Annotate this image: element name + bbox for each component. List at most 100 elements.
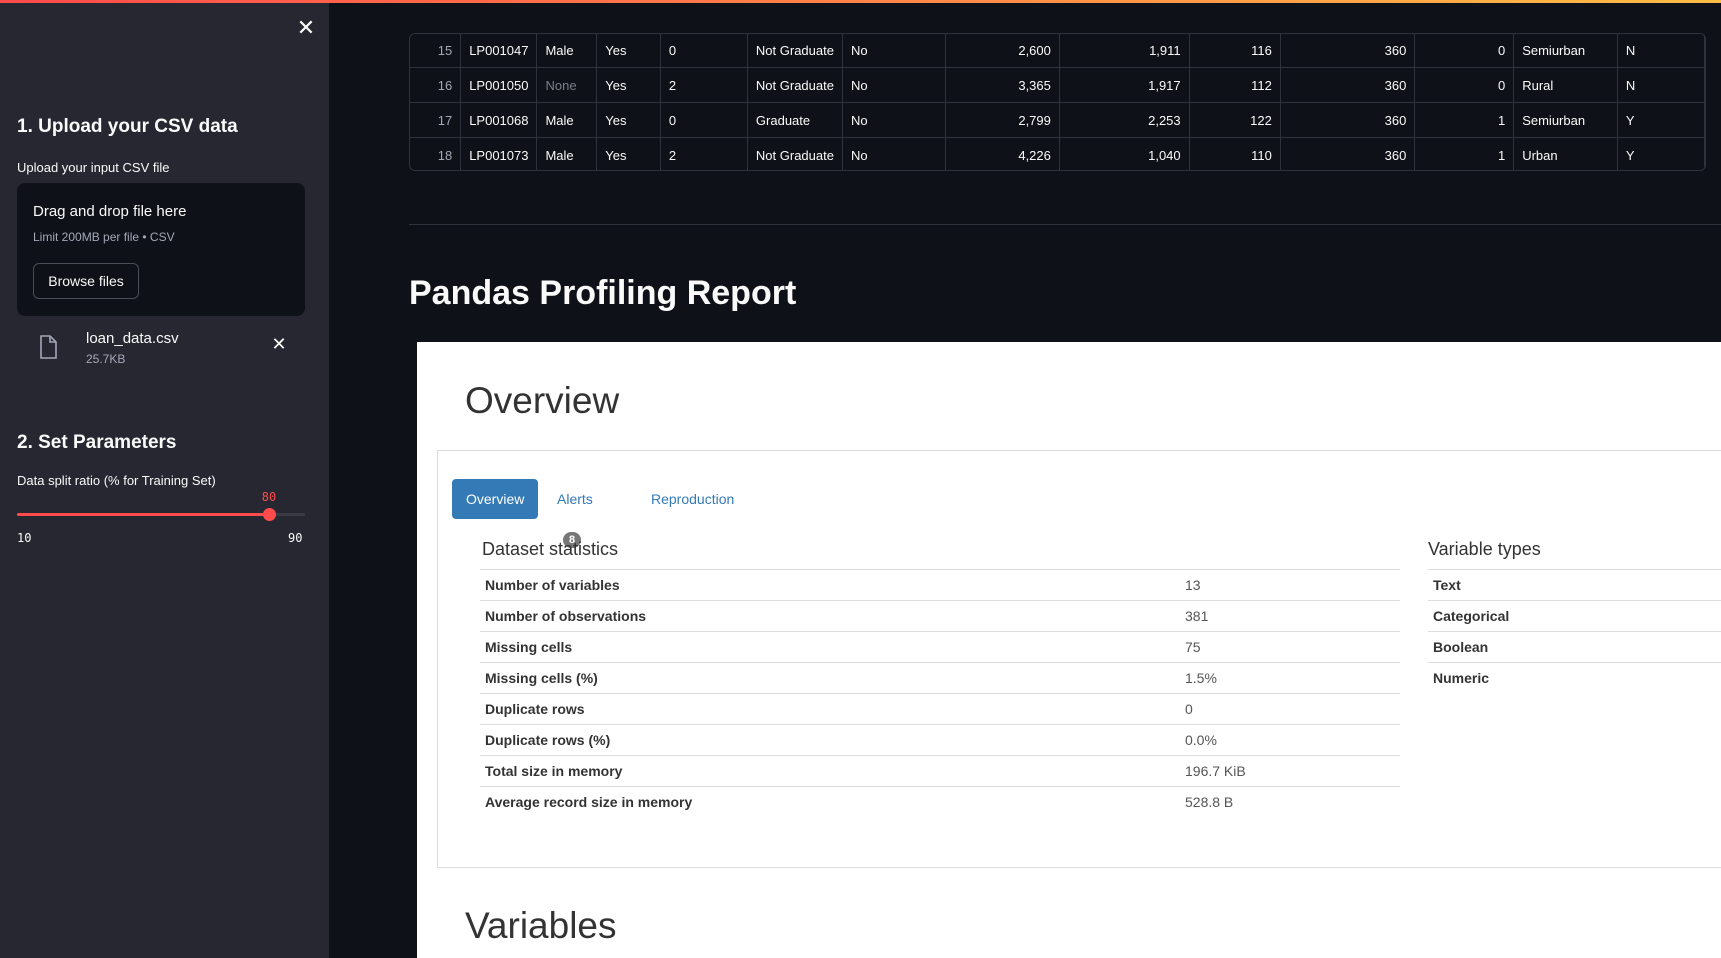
close-sidebar-icon[interactable]: ✕ — [294, 16, 318, 40]
table-cell: 18 — [410, 137, 462, 170]
table-cell: 3,365 — [945, 67, 1060, 103]
main-content: 15 LP001047 Male Yes 0 Not Graduate No 2,600 1,9… — [329, 0, 1721, 958]
variable-type-row: Boolean — [1428, 631, 1721, 663]
tab-alerts[interactable]: Alerts8 — [557, 479, 593, 549]
variable-type-label: Boolean — [1428, 631, 1721, 663]
table-cell: 2 — [660, 67, 748, 103]
stat-label: Duplicate rows (%) — [480, 724, 1180, 756]
table-cell: 2,253 — [1059, 102, 1190, 138]
tab-overview-label: Overview — [466, 491, 525, 507]
stat-value: 0.0% — [1180, 724, 1400, 756]
table-cell: 1,911 — [1059, 34, 1190, 68]
table-cell: 110 — [1189, 137, 1281, 170]
slider-max: 90 — [288, 531, 303, 545]
table-cell: None — [536, 67, 598, 103]
table-cell: 360 — [1280, 137, 1416, 170]
table-cell: 0 — [660, 34, 748, 68]
table-cell: 2,600 — [945, 34, 1060, 68]
stat-label: Total size in memory — [480, 755, 1180, 787]
dataset-statistics-table: Number of variables 13 Number of observati… — [480, 569, 1400, 817]
stat-label: Missing cells — [480, 631, 1180, 663]
table-cell: Graduate — [747, 102, 843, 138]
table-cell: 4,226 — [945, 137, 1060, 170]
table-cell: Semiurban — [1513, 34, 1618, 68]
table-cell: 1 — [1414, 102, 1515, 138]
table-cell: No — [842, 102, 946, 138]
variables-heading: Variables — [465, 905, 617, 946]
variable-type-row: Numeric — [1428, 662, 1721, 693]
top-decoration-bar — [0, 0, 1721, 3]
table-cell: N — [1617, 34, 1705, 68]
tab-overview[interactable]: Overview — [452, 479, 539, 519]
slider-handle[interactable] — [263, 508, 276, 521]
table-cell: Not Graduate — [747, 137, 843, 170]
variable-type-label: Categorical — [1428, 600, 1721, 632]
stat-row: Duplicate rows 0 — [480, 693, 1400, 725]
table-cell: 0 — [1414, 34, 1515, 68]
table-row: 17 LP001068 Male Yes 0 Graduate No 2,799 2,253 12… — [410, 102, 1705, 138]
split-ratio-slider[interactable] — [17, 508, 305, 522]
stat-row: Number of observations 381 — [480, 600, 1400, 632]
slider-value: 80 — [261, 490, 277, 504]
table-cell: LP001050 — [460, 67, 538, 103]
uploaded-file: loan_data.csv 25.7KB ✕ — [17, 326, 305, 370]
table-cell: 360 — [1280, 102, 1416, 138]
table-cell: 15 — [410, 34, 462, 68]
profiling-report-frame: Overview Overview Alerts8 Reproduction D… — [417, 342, 1721, 958]
file-name: loan_data.csv — [86, 330, 179, 347]
divider — [409, 224, 1721, 225]
table-row: 16 LP001050 None Yes 2 Not Graduate No 3,365 1,9… — [410, 67, 1705, 103]
table-cell: Not Graduate — [747, 67, 843, 103]
table-cell: No — [842, 67, 946, 103]
table-cell: No — [842, 34, 946, 68]
table-cell: Male — [536, 137, 598, 170]
browse-files-button[interactable]: Browse files — [33, 263, 139, 299]
slider-min: 10 — [17, 531, 32, 545]
table-cell: 1,040 — [1059, 137, 1190, 170]
tab-reproduction-label: Reproduction — [651, 491, 735, 507]
table-cell: 17 — [410, 102, 462, 138]
section-upload-title: 1. Upload your CSV data — [17, 116, 238, 137]
dropzone-title: Drag and drop file here — [33, 203, 187, 220]
table-cell: LP001047 — [460, 34, 538, 68]
table-cell: Yes — [596, 34, 661, 68]
stat-value: 13 — [1180, 569, 1400, 601]
table-cell: 0 — [660, 102, 748, 138]
table-cell: 0 — [1414, 67, 1515, 103]
remove-file-icon[interactable]: ✕ — [269, 334, 289, 354]
dropzone-limit: Limit 200MB per file • CSV — [33, 230, 175, 244]
file-icon — [40, 335, 57, 359]
stat-row: Average record size in memory 528.8 B — [480, 786, 1400, 817]
table-cell: 116 — [1189, 34, 1281, 68]
table-row: 18 LP001073 Male Yes 2 Not Graduate No 4,226 1,0… — [410, 137, 1705, 170]
slider-fill — [17, 513, 269, 516]
stat-value: 75 — [1180, 631, 1400, 663]
table-cell: 2,799 — [945, 102, 1060, 138]
stat-label: Average record size in memory — [480, 786, 1180, 817]
table-cell: 1 — [1414, 137, 1515, 170]
stat-value: 196.7 KiB — [1180, 755, 1400, 787]
tab-reproduction[interactable]: Reproduction — [651, 479, 734, 519]
stat-label: Number of variables — [480, 569, 1180, 601]
upload-label: Upload your input CSV file — [17, 160, 170, 175]
stat-label: Number of observations — [480, 600, 1180, 632]
table-cell: 122 — [1189, 102, 1281, 138]
variable-types-table: Text Categorical Boolean Numeric — [1428, 569, 1721, 693]
data-table[interactable]: 15 LP001047 Male Yes 0 Not Graduate No 2,600 1,9… — [409, 33, 1706, 171]
slider-label: Data split ratio (% for Training Set) — [17, 473, 216, 488]
table-cell: Yes — [596, 67, 661, 103]
table-cell: LP001073 — [460, 137, 538, 170]
table-cell: Male — [536, 34, 598, 68]
stat-row: Duplicate rows (%) 0.0% — [480, 724, 1400, 756]
stat-value: 0 — [1180, 693, 1400, 725]
variable-type-label: Text — [1428, 569, 1721, 601]
table-cell: Yes — [596, 102, 661, 138]
table-cell: Rural — [1513, 67, 1618, 103]
table-cell: 360 — [1280, 34, 1416, 68]
table-cell: Not Graduate — [747, 34, 843, 68]
stat-row: Total size in memory 196.7 KiB — [480, 755, 1400, 787]
file-dropzone[interactable]: Drag and drop file here Limit 200MB per … — [17, 183, 305, 316]
tab-alerts-label: Alerts — [557, 491, 593, 507]
table-row: 15 LP001047 Male Yes 0 Not Graduate No 2,600 1,9… — [410, 34, 1705, 68]
report-title: Pandas Profiling Report — [409, 274, 797, 312]
